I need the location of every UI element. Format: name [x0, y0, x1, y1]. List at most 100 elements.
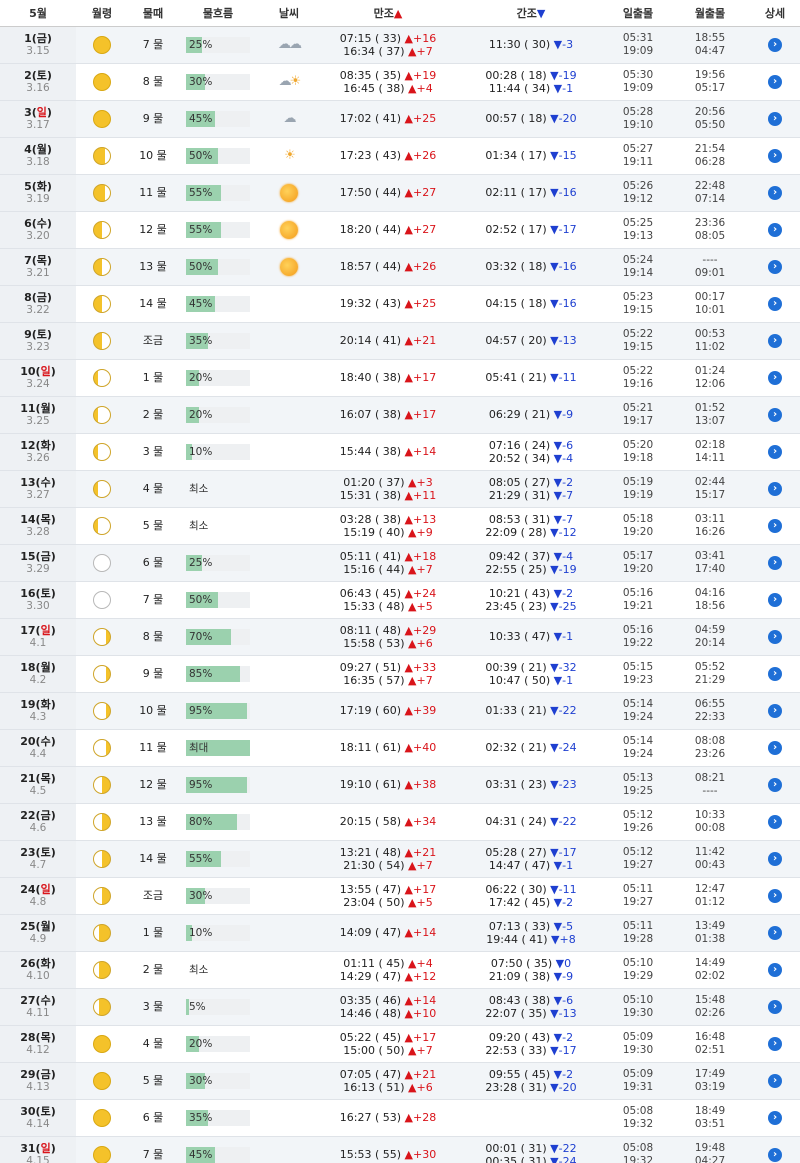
detail-button[interactable]: ›	[768, 519, 782, 533]
low-tide-entry: 09:20 ( 43) ▼-2	[456, 1031, 606, 1044]
tide-age-cell: 2 물	[128, 396, 178, 434]
up-arrow-icon: ▲	[404, 445, 414, 458]
low-tide-diff: -19	[558, 562, 577, 576]
tide-age-cell: 7 물	[128, 26, 178, 64]
detail-button[interactable]: ›	[768, 852, 782, 866]
low-tide-entry: 22:09 ( 28) ▼-12	[456, 526, 606, 539]
detail-button[interactable]: ›	[768, 667, 782, 681]
detail-button[interactable]: ›	[768, 408, 782, 422]
up-arrow-icon: ▲	[404, 297, 414, 310]
moon-phase-icon	[93, 849, 111, 868]
low-tide-time: 00:28 ( 18)	[485, 68, 547, 82]
high-tide-diff: +16	[413, 31, 437, 45]
high-tide-time: 16:27 ( 53)	[339, 1111, 402, 1124]
moon-phase-icon	[93, 146, 111, 165]
detail-button[interactable]: ›	[768, 963, 782, 977]
date-day: 7(목)	[0, 254, 76, 267]
high-tide-time: 16:45 ( 38)	[343, 81, 405, 95]
sunset-time: 19:25	[622, 784, 654, 797]
flow-bar: 20%	[186, 406, 250, 423]
detail-button[interactable]: ›	[768, 149, 782, 163]
high-tide-entry: 19:10 ( 61) ▲+38	[320, 778, 456, 791]
moonrise-time: ----	[702, 253, 718, 266]
flow-cell: 30%	[178, 1062, 258, 1100]
detail-button[interactable]: ›	[768, 815, 782, 829]
detail-button[interactable]: ›	[768, 334, 782, 348]
detail-button[interactable]: ›	[768, 1000, 782, 1014]
header-weather: 날씨	[258, 0, 320, 27]
detail-button[interactable]: ›	[768, 445, 782, 459]
low-tide-diff: -24	[558, 1154, 577, 1163]
table-row: 25(월) 4.9 1 물 10% 14:09 ( 47) ▲+14 07:13 ( 33…	[0, 914, 800, 952]
tide-age-cell: 조금	[128, 877, 178, 915]
moon-cell	[76, 248, 128, 286]
weather-cell	[258, 581, 320, 619]
detail-button[interactable]: ›	[768, 223, 782, 237]
detail-button[interactable]: ›	[768, 1074, 782, 1088]
moonset-time: 10:01	[694, 303, 726, 316]
detail-button[interactable]: ›	[768, 556, 782, 570]
low-tide-time: 07:13 ( 33)	[488, 919, 551, 933]
high-tide-diff: +7	[416, 673, 433, 687]
day-of-week: 월	[40, 919, 51, 933]
detail-button[interactable]: ›	[768, 186, 782, 200]
up-arrow-icon: ▲	[404, 1006, 414, 1020]
detail-button[interactable]: ›	[768, 1037, 782, 1051]
moonrise-cell: 02:44 15:17	[670, 470, 750, 508]
high-tide-cell: 01:11 ( 45) ▲+4 14:29 ( 47) ▲+12	[320, 951, 456, 989]
flow-bar: 80%	[186, 813, 250, 830]
detail-button[interactable]: ›	[768, 889, 782, 903]
high-tide-cell: 16:27 ( 53) ▲+28	[320, 1099, 456, 1137]
low-tide-diff: -1	[562, 81, 574, 95]
detail-button[interactable]: ›	[768, 593, 782, 607]
detail-button[interactable]: ›	[768, 297, 782, 311]
detail-cell: ›	[750, 988, 800, 1026]
high-tide-cell: 13:55 ( 47) ▲+17 23:04 ( 50) ▲+5	[320, 877, 456, 915]
moon-phase-icon	[93, 405, 111, 424]
date-day: 9(토)	[0, 328, 76, 341]
detail-button[interactable]: ›	[768, 704, 782, 718]
moon-phase-icon	[93, 183, 111, 202]
date-cell: 21(목) 4.5	[0, 766, 76, 804]
moon-cell	[76, 840, 128, 878]
weather-cell	[258, 951, 320, 989]
detail-button[interactable]: ›	[768, 38, 782, 52]
detail-button[interactable]: ›	[768, 371, 782, 385]
detail-button[interactable]: ›	[768, 482, 782, 496]
day-number: 21(	[20, 771, 41, 785]
moonrise-time: 18:49	[694, 1104, 726, 1117]
detail-button[interactable]: ›	[768, 926, 782, 940]
detail-button[interactable]: ›	[768, 75, 782, 89]
sunrise-time: 05:31	[622, 31, 654, 44]
flow-cell: 10%	[178, 433, 258, 471]
date-cell: 5(화) 3.19	[0, 174, 76, 212]
high-tide-entry: 18:20 ( 44) ▲+27	[320, 223, 456, 236]
high-tide-time: 15:00 ( 50)	[343, 1043, 405, 1057]
detail-button[interactable]: ›	[768, 778, 782, 792]
moon-cell	[76, 396, 128, 434]
detail-button[interactable]: ›	[768, 1148, 782, 1162]
detail-button[interactable]: ›	[768, 260, 782, 274]
low-tide-diff: -22	[558, 704, 577, 717]
flow-cell: 35%	[178, 1099, 258, 1137]
day-close: )	[46, 216, 52, 230]
high-tide-cell: 05:11 ( 41) ▲+18 15:16 ( 44) ▲+7	[320, 544, 456, 582]
tide-age-cell: 14 물	[128, 840, 178, 878]
high-tide-time: 18:20 ( 44)	[339, 223, 402, 236]
flow-cell: 최소	[178, 951, 258, 989]
high-tide-entry: 15:00 ( 50) ▲+7	[320, 1044, 456, 1057]
detail-button[interactable]: ›	[768, 741, 782, 755]
detail-button[interactable]: ›	[768, 1111, 782, 1125]
high-tide-diff: +4	[416, 81, 433, 95]
high-tide-entry: 15:19 ( 40) ▲+9	[320, 526, 456, 539]
low-tide-time: 03:32 ( 18)	[485, 260, 547, 273]
low-tide-entry: 00:28 ( 18) ▼-19	[456, 69, 606, 82]
detail-button[interactable]: ›	[768, 112, 782, 126]
detail-button[interactable]: ›	[768, 630, 782, 644]
high-tide-diff: +27	[413, 223, 437, 236]
low-tide-entry: 06:22 ( 30) ▼-11	[456, 883, 606, 896]
down-arrow-icon: ▼	[550, 562, 559, 576]
high-tide-time: 15:33 ( 48)	[343, 599, 405, 613]
high-tide-cell: 15:44 ( 38) ▲+14	[320, 433, 456, 471]
date-day: 28(목)	[0, 1031, 76, 1044]
